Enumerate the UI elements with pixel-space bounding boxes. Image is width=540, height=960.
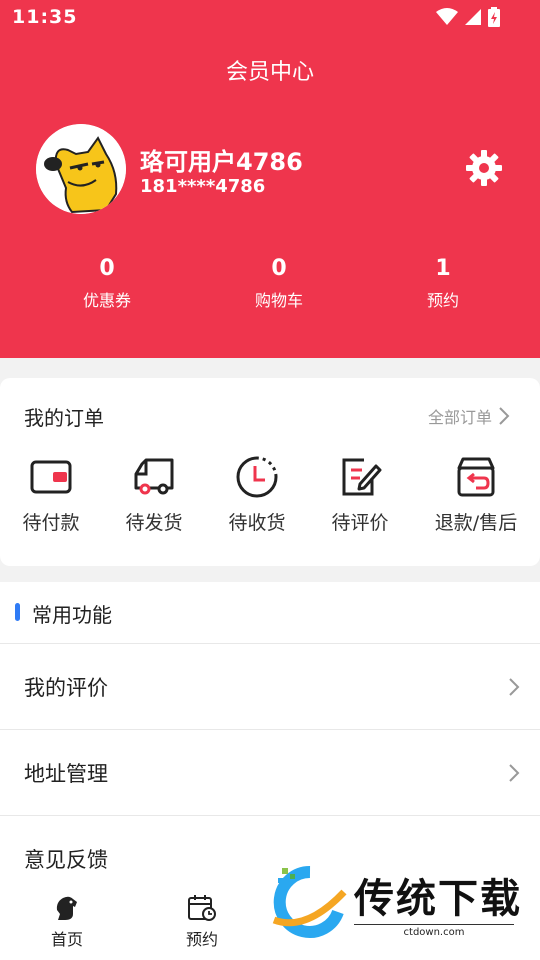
stat-label: 预约 (426, 291, 459, 310)
stat-label: 优惠券 (82, 291, 131, 310)
chevron-right-icon (509, 678, 520, 696)
section-header: 常用功能 (0, 582, 540, 644)
watermark-subtext: ctdown.com (354, 924, 514, 938)
tab-label: 预约 (185, 930, 218, 949)
section-marker (15, 603, 20, 621)
settings-button[interactable] (464, 148, 504, 188)
order-pending-receipt[interactable]: 待收货 (202, 456, 312, 535)
signal-icon (465, 9, 481, 25)
status-icons (436, 7, 500, 27)
order-label: 待收货 (228, 512, 286, 534)
watermark: 传统下载 ctdown.com (266, 858, 532, 944)
order-label: 待评价 (331, 512, 389, 534)
stat-value: 0 (99, 256, 115, 281)
chevron-right-icon (499, 407, 510, 425)
gear-icon (466, 150, 502, 186)
common-functions: 常用功能 我的评价 地址管理 意见反馈 (0, 582, 540, 882)
order-pending-shipment[interactable]: 待发货 (99, 456, 209, 535)
order-pending-review[interactable]: 待评价 (305, 456, 415, 535)
order-label: 待付款 (22, 512, 80, 534)
watermark-logo-icon (272, 865, 347, 938)
menu-item-label: 意见反馈 (24, 848, 108, 872)
stat-label: 购物车 (254, 291, 303, 310)
page-title: 会员中心 (225, 60, 314, 85)
order-pending-payment[interactable]: 待付款 (0, 456, 106, 535)
tab-label: 首页 (50, 930, 83, 949)
user-phone: 181****4786 (140, 176, 266, 197)
truck-icon (134, 458, 174, 495)
dog-icon (56, 896, 77, 920)
all-orders-link[interactable]: 全部订单 (428, 404, 510, 428)
tab-appointments[interactable]: 预约 (162, 894, 242, 950)
watermark-text: 传统下载 (354, 876, 522, 922)
user-name: 珞可用户4786 (140, 148, 303, 176)
status-time: 11:35 (12, 6, 78, 28)
order-label: 待发货 (125, 512, 183, 534)
stat-cart[interactable]: 0 购物车 (219, 256, 339, 311)
battery-icon (488, 7, 500, 27)
stat-coupons[interactable]: 0 优惠券 (47, 256, 167, 311)
menu-item-label: 我的评价 (24, 676, 108, 700)
calendar-icon (188, 895, 216, 921)
status-bar: 11:35 (0, 0, 540, 38)
orders-title: 我的订单 (24, 406, 104, 430)
all-orders-label: 全部订单 (427, 408, 492, 427)
menu-item-address[interactable]: 地址管理 (0, 730, 540, 816)
edit-note-icon (342, 458, 382, 496)
section-title: 常用功能 (32, 603, 112, 627)
dog-avatar-icon (36, 124, 126, 214)
return-box-icon (457, 457, 495, 497)
wallet-icon (30, 460, 72, 494)
orders-card: 我的订单 全部订单 待付款 待发货 待收货 待评价 退款/售后 (0, 378, 540, 566)
avatar[interactable] (36, 124, 126, 214)
stat-appointments[interactable]: 1 预约 (383, 256, 503, 311)
tab-home[interactable]: 首页 (27, 894, 107, 950)
order-refund-aftersales[interactable]: 退款/售后 (421, 456, 531, 535)
chevron-right-icon (509, 764, 520, 782)
order-label: 退款/售后 (434, 512, 518, 534)
clock-icon (236, 456, 278, 498)
stat-value: 0 (271, 256, 287, 281)
menu-item-label: 地址管理 (24, 762, 108, 786)
profile-header: 会员中心 珞可用户4786 181****4786 0 优惠券 0 购物车 1 … (0, 38, 540, 358)
menu-item-my-reviews[interactable]: 我的评价 (0, 644, 540, 730)
stat-value: 1 (435, 256, 451, 281)
wifi-icon (436, 8, 458, 25)
